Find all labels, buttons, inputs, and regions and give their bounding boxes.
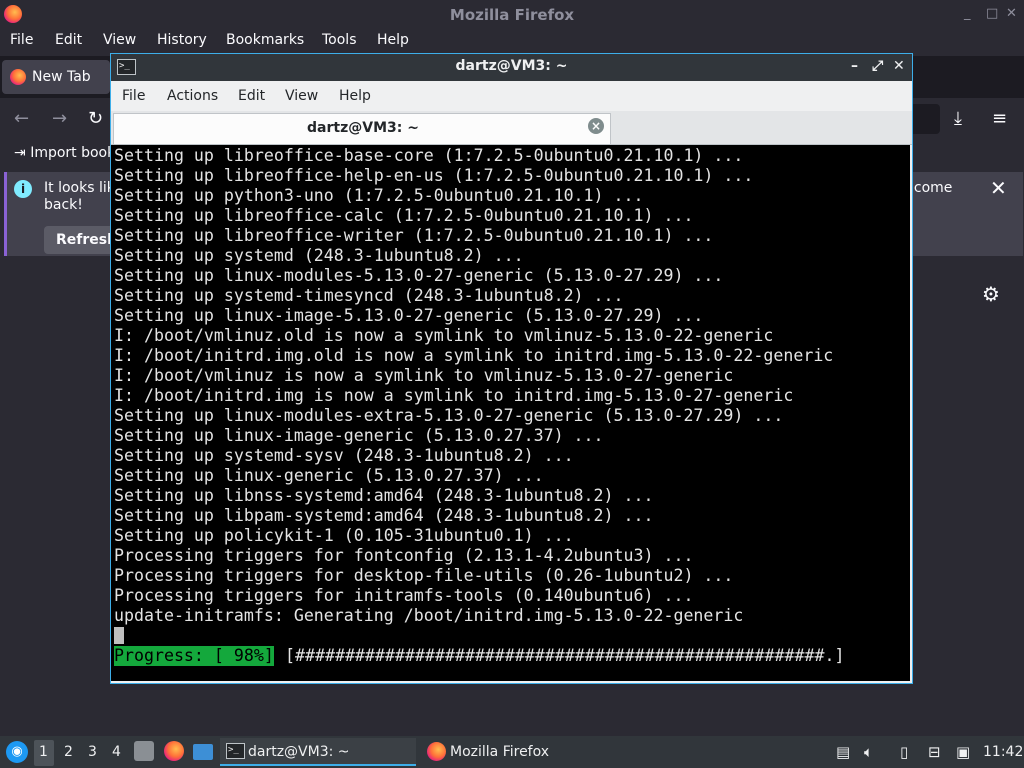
download-icon[interactable]: ⤓ [954,108,962,129]
ff-menu-edit[interactable]: Edit [55,32,82,48]
workspace-4[interactable]: 4 [112,744,121,760]
ff-menu-file[interactable]: File [10,32,33,48]
import-label: Import book [30,145,116,161]
workspace-1[interactable]: 1 [39,744,48,760]
volume-icon[interactable]: 🔈︎ [864,743,873,761]
notice-text-right: lcome [910,180,953,196]
firefox-menubar [0,30,1024,54]
term-menu-edit[interactable]: Edit [238,88,265,104]
task-active-indicator [220,764,416,766]
notes-icon[interactable]: ▯ [900,743,908,761]
terminal-line: Setting up python3-uno (1:7.2.5-0ubuntu0… [114,186,644,205]
terminal-line: Setting up systemd (248.3-1ubuntu8.2) ..… [114,246,524,265]
terminal-cursor [114,627,124,644]
terminal-line: Setting up libpam-systemd:amd64 (248.3-1… [114,506,654,525]
ff-menu-history[interactable]: History [157,32,207,48]
back-icon[interactable]: ← [14,108,29,129]
progress-label: Progress: [ 98%] [114,646,274,666]
tab-label: New Tab [32,69,91,85]
workspace-2[interactable]: 2 [64,744,73,760]
term-menu-actions[interactable]: Actions [167,88,218,104]
terminal-line: I: /boot/vmlinuz.old is now a symlink to… [114,326,774,345]
terminal-line: Setting up libreoffice-calc (1:7.2.5-0ub… [114,206,694,225]
terminal-line: Setting up libreoffice-help-en-us (1:7.2… [114,166,754,185]
notice-close-icon[interactable]: ✕ [990,176,1007,200]
file-manager-icon[interactable] [134,741,154,761]
term-menu-view[interactable]: View [285,88,318,104]
terminal-line: Setting up linux-image-5.13.0-27-generic… [114,306,704,325]
ff-menu-help[interactable]: Help [377,32,409,48]
import-bookmarks-button[interactable]: ⇥ Import book [14,145,115,161]
terminal-close-icon[interactable]: ✕ [893,58,905,74]
terminal-line: Setting up systemd-timesyncd (248.3-1ubu… [114,286,624,305]
terminal-line: Setting up libreoffice-base-core (1:7.2.… [114,146,744,165]
ff-menu-view[interactable]: View [103,32,136,48]
terminal-menubar [111,81,912,111]
terminal-line: Setting up libnss-systemd:amd64 (248.3-1… [114,486,654,505]
tab-close-icon[interactable]: × [588,118,604,134]
clipboard-icon[interactable]: ▤ [836,743,850,761]
terminal-line: Setting up linux-modules-5.13.0-27-gener… [114,266,724,285]
notification-icon[interactable]: ▣ [956,743,970,761]
terminal-line: I: /boot/initrd.img.old is now a symlink… [114,346,834,365]
terminal-line: Processing triggers for fontconfig (2.13… [114,546,694,565]
terminal-line: update-initramfs: Generating /boot/initr… [114,606,744,625]
reload-icon[interactable]: ↻ [88,108,103,129]
ff-menu-bookmarks[interactable]: Bookmarks [226,32,304,48]
terminal-line: I: /boot/initrd.img is now a symlink to … [114,386,794,405]
start-menu-icon[interactable]: ◉ [6,741,28,763]
ff-menu-tools[interactable]: Tools [322,32,357,48]
firefox-task-icon [427,742,446,761]
terminal-line: Setting up systemd-sysv (248.3-1ubuntu8.… [114,446,574,465]
minimize-icon[interactable]: _ [964,6,971,21]
terminal-task-icon: >_ [226,743,245,759]
term-menu-help[interactable]: Help [339,88,371,104]
terminal-line: Setting up policykit-1 (0.105-31ubuntu0.… [114,526,574,545]
firefox-window-title: Mozilla Firefox [449,6,575,24]
close-icon[interactable]: ✕ [1006,6,1017,21]
terminal-line: Setting up linux-image-generic (5.13.0.2… [114,426,604,445]
info-icon: i [14,180,32,198]
terminal-line: Processing triggers for desktop-file-uti… [114,566,734,585]
url-bar[interactable] [910,104,940,134]
firefox-launcher-icon[interactable] [164,741,184,761]
notice-text: It looks lik back! [44,180,115,213]
terminal-maximize-icon[interactable]: ⤢ [872,58,883,74]
terminal-minimize-icon[interactable]: – [851,58,858,74]
terminal-line: Setting up linux-modules-extra-5.13.0-27… [114,406,784,425]
progress-bar: [#######################################… [285,646,845,665]
forward-icon[interactable]: → [52,108,67,129]
term-menu-file[interactable]: File [122,88,145,104]
terminal-output: Setting up libreoffice-base-core (1:7.2.… [114,146,833,626]
terminal-line: Setting up linux-generic (5.13.0.27.37) … [114,466,544,485]
network-icon[interactable]: ⊟ [928,743,941,761]
workspace-3[interactable]: 3 [88,744,97,760]
terminal-line: Setting up libreoffice-writer (1:7.2.5-0… [114,226,714,245]
clock[interactable]: 11:42 [983,744,1023,760]
desktop-icon[interactable] [193,744,213,760]
task-terminal-label: dartz@VM3: ~ [248,744,350,760]
firefox-tab-icon [10,69,26,85]
hamburger-menu-icon[interactable]: ≡ [992,108,1007,129]
terminal-title: dartz@VM3: ~ [455,58,568,74]
maximize-icon[interactable]: □ [986,6,998,21]
gear-icon[interactable]: ⚙ [982,282,1000,306]
terminal-line: Processing triggers for initramfs-tools … [114,586,694,605]
task-firefox-label[interactable]: Mozilla Firefox [450,744,549,760]
terminal-line: I: /boot/vmlinuz is now a symlink to vml… [114,366,734,385]
terminal-tab-label: dartz@VM3: ~ [307,120,419,136]
